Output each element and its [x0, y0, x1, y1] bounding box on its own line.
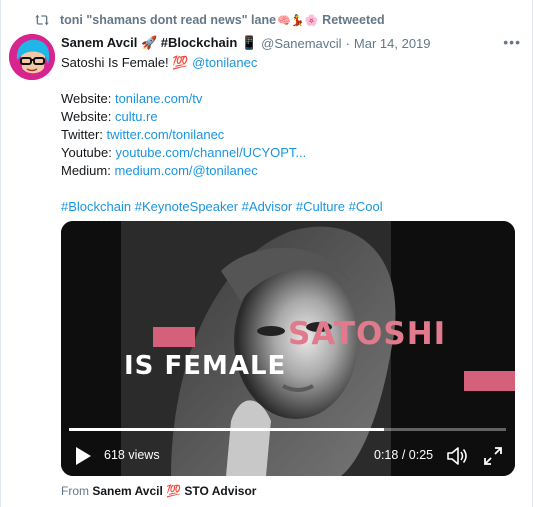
meta-separator: · — [345, 35, 350, 51]
video-time: 0:18 / 0:25 — [374, 448, 433, 462]
retweeter-emojis: 🧠💃🌸 — [277, 14, 319, 27]
view-count: 618 views — [104, 448, 160, 462]
twitter-link[interactable]: twitter.com/tonilanec — [107, 127, 225, 142]
website-link-1[interactable]: tonilane.com/tv — [115, 91, 202, 106]
video-player[interactable]: SATOSHI IS FEMALE 618 views 0:18 / 0:25 — [61, 221, 515, 476]
mention-link[interactable]: @tonilanec — [192, 55, 257, 70]
accent-bar — [153, 327, 195, 347]
tweet-intro: Satoshi Is Female! 💯 — [61, 55, 189, 70]
link-label: Youtube: — [61, 145, 112, 160]
video-progress-bar[interactable] — [69, 428, 506, 431]
fullscreen-icon[interactable] — [482, 445, 504, 467]
more-horizontal-icon[interactable]: ••• — [503, 34, 521, 50]
author-name[interactable]: Sanem Avcil 🚀 #Blockchain 📱 — [61, 35, 257, 51]
retweet-icon — [35, 14, 49, 26]
overlay-title-satoshi: SATOSHI — [288, 316, 447, 352]
duration: 0:25 — [408, 448, 434, 462]
retweeted-label: Retweeted — [322, 13, 385, 27]
link-label: Website: — [61, 91, 112, 106]
source-attribution: From Sanem Avcil 💯 STO Advisor — [61, 484, 256, 498]
link-label: Twitter: — [61, 127, 103, 142]
from-prefix: From — [61, 484, 89, 498]
link-label: Medium: — [61, 163, 111, 178]
source-name[interactable]: Sanem Avcil 💯 STO Advisor — [92, 484, 256, 498]
current-time: 0:18 — [374, 448, 399, 462]
medium-link[interactable]: medium.com/@tonilanec — [114, 163, 257, 178]
link-label: Website: — [61, 109, 112, 124]
accent-bar — [464, 371, 515, 391]
author-handle[interactable]: @Sanemavcil — [261, 36, 341, 51]
video-progress-fill — [69, 428, 384, 431]
retweeter-name[interactable]: toni "shamans dont read news" lane — [60, 13, 276, 27]
tweet-header: Sanem Avcil 🚀 #Blockchain 📱 @Sanemavcil … — [61, 34, 521, 52]
volume-icon[interactable] — [446, 445, 468, 467]
hashtags[interactable]: #Blockchain #KeynoteSpeaker #Advisor #Cu… — [61, 199, 383, 214]
tweet-date[interactable]: Mar 14, 2019 — [354, 36, 431, 51]
website-link-2[interactable]: cultu.re — [115, 109, 158, 124]
time-separator: / — [401, 448, 406, 462]
overlay-title-is-female: IS FEMALE — [124, 351, 287, 381]
play-icon[interactable] — [73, 445, 93, 467]
left-border — [0, 0, 1, 507]
retweet-context: toni "shamans dont read news" lane 🧠💃🌸 R… — [34, 10, 385, 30]
tweet-text: Satoshi Is Female! 💯 @tonilanec Website:… — [61, 54, 516, 216]
youtube-link[interactable]: youtube.com/channel/UCYOPT... — [115, 145, 306, 160]
video-controls: 618 views 0:18 / 0:25 — [61, 439, 515, 473]
avatar-illustration — [9, 34, 55, 80]
avatar[interactable] — [9, 34, 55, 80]
